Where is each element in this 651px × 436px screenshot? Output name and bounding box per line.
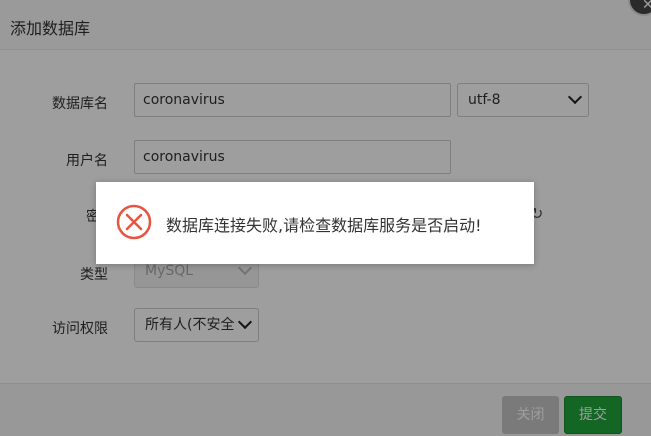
error-x-circle-icon bbox=[116, 204, 152, 240]
error-toast: 数据库连接失败,请检查数据库服务是否启动! bbox=[96, 182, 534, 264]
toast-message: 数据库连接失败,请检查数据库服务是否启动! bbox=[166, 216, 482, 235]
